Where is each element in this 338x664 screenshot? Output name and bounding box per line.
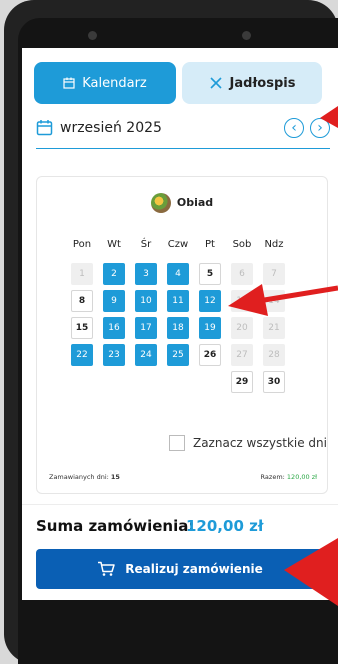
calendar-day[interactable]: 12: [199, 290, 221, 312]
annotation-arrow-bottom: [284, 538, 338, 606]
weekday-header: Pon Wt Śr Czw Pt Sob Ndz: [37, 239, 327, 255]
weekday-label: Pon: [72, 239, 92, 250]
calendar-card: Obiad Pon Wt Śr Czw Pt Sob Ndz 1 2 3 4 5 6 7 8 9 10 11 12…: [36, 176, 328, 494]
tab-menu-label: Jadłospis: [229, 75, 296, 91]
select-all-label: Zaznacz wszystkie dni: [192, 436, 327, 450]
weekday-label: Śr: [140, 239, 152, 250]
cart-icon: [98, 561, 115, 576]
weekday-label: Wt: [107, 239, 121, 250]
calendar-day: 20: [231, 317, 253, 339]
calendar-day[interactable]: 29: [231, 371, 253, 393]
month-divider: [36, 148, 330, 149]
prev-month-button[interactable]: ‹: [284, 118, 304, 138]
calendar-day: 21: [263, 317, 285, 339]
tab-calendar[interactable]: Kalendarz: [34, 62, 176, 104]
calendar-day[interactable]: 10: [135, 290, 157, 312]
meal-dish-icon: [150, 193, 171, 213]
weekday-label: Ndz: [264, 239, 284, 250]
view-tabs: Kalendarz Jadłospis: [34, 62, 338, 104]
weekday-label: Pt: [205, 239, 215, 250]
calendar-day[interactable]: 15: [71, 317, 93, 339]
calendar-day[interactable]: 30: [263, 371, 285, 393]
calendar-day[interactable]: 22: [71, 344, 93, 366]
ordered-days-label: Zamawianych dni:: [49, 473, 109, 481]
calendar-day: 1: [71, 263, 93, 285]
calendar-day[interactable]: 2: [103, 263, 125, 285]
month-header: wrzesień 2025 ‹ ›: [36, 118, 330, 142]
cutlery-icon: [209, 77, 222, 89]
calendar-day[interactable]: 17: [135, 317, 157, 339]
sensor-dot: [242, 31, 251, 40]
weekday-label: Sob: [232, 239, 252, 250]
app-screen: Kalendarz Jadłospis wrzesień 2025 ‹ › Ob…: [22, 48, 338, 600]
calendar-icon: [63, 77, 75, 89]
tab-calendar-label: Kalendarz: [82, 75, 147, 91]
calendar-day[interactable]: 5: [199, 263, 221, 285]
subtotal-value: 120,00 zł: [286, 473, 317, 481]
meal-label: Obiad: [176, 196, 214, 209]
calendar-day: 27: [231, 344, 253, 366]
place-order-label: Realizuj zamówienie: [125, 562, 263, 576]
calendar-day[interactable]: 3: [135, 263, 157, 285]
weekday-label: Czw: [167, 239, 189, 250]
subtotal-label: Razem:: [260, 473, 285, 481]
order-total-label: Suma zamówienia:: [36, 517, 195, 535]
chevron-left-icon: ‹: [291, 120, 297, 136]
ordered-days-value: 15: [110, 473, 120, 481]
order-summary-line: Zamawianych dni: 15 Razem: 120,00 zł: [49, 473, 317, 481]
calendar-day[interactable]: 25: [167, 344, 189, 366]
calendar-day: 28: [263, 344, 285, 366]
annotation-arrow-top: [320, 106, 338, 128]
order-total-value: 120,00 zł: [186, 517, 264, 535]
calendar-day[interactable]: 18: [167, 317, 189, 339]
month-label: wrzesień 2025: [60, 120, 162, 136]
calendar-day[interactable]: 4: [167, 263, 189, 285]
calendar-day[interactable]: 23: [103, 344, 125, 366]
subtotal: Razem: 120,00 zł: [261, 473, 317, 481]
calendar-day[interactable]: 26: [199, 344, 221, 366]
annotation-arrow-middle: [228, 284, 338, 316]
calendar-icon: [36, 120, 53, 136]
tab-menu[interactable]: Jadłospis: [182, 62, 322, 104]
select-all-checkbox[interactable]: [168, 435, 185, 451]
camera-dot: [88, 31, 97, 40]
place-order-button[interactable]: Realizuj zamówienie: [36, 549, 324, 589]
calendar-day[interactable]: 8: [71, 290, 93, 312]
meal-header: Obiad: [37, 193, 327, 213]
calendar-day[interactable]: 24: [135, 344, 157, 366]
calendar-day[interactable]: 11: [167, 290, 189, 312]
calendar-day[interactable]: 9: [103, 290, 125, 312]
select-all[interactable]: Zaznacz wszystkie dni: [168, 433, 327, 453]
calendar-day[interactable]: 19: [199, 317, 221, 339]
calendar-day[interactable]: 16: [103, 317, 125, 339]
